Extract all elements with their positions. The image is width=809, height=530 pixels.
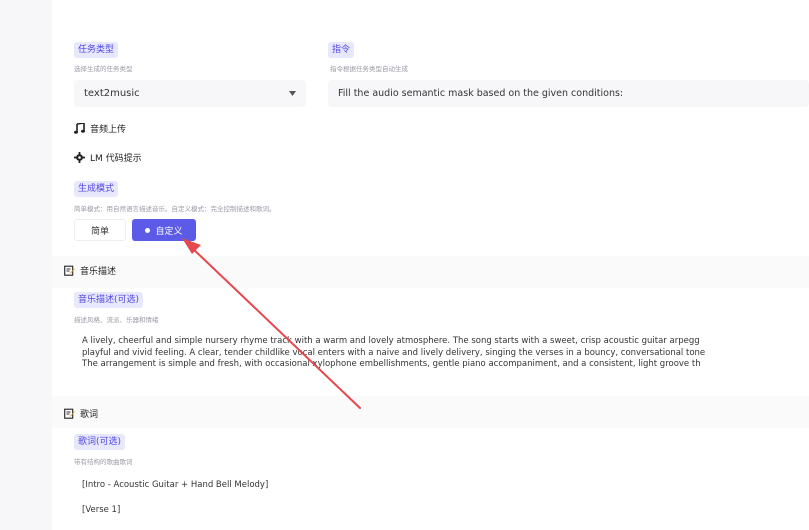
mode-custom-label: 自定义 bbox=[155, 226, 183, 237]
instruction-value: Fill the audio semantic mask based on th… bbox=[338, 88, 624, 99]
lyrics-line: [Verse 1] bbox=[82, 505, 121, 515]
music-desc-line: A lively, cheerful and simple nursery rh… bbox=[82, 336, 700, 346]
radio-selected-icon bbox=[145, 227, 151, 233]
section-divider bbox=[52, 256, 809, 288]
instruction-hint: 指令根据任务类型自动生成 bbox=[330, 65, 408, 73]
instruction-field[interactable]: Fill the audio semantic mask based on th… bbox=[328, 80, 809, 107]
lyrics-label: 歌词(可选) bbox=[74, 434, 126, 450]
lyrics-textarea[interactable]: [Intro - Acoustic Guitar + Hand Bell Mel… bbox=[74, 470, 809, 530]
gen-mode-radio-group: 简单 自定义 bbox=[74, 219, 196, 241]
music-desc-textarea[interactable]: A lively, cheerful and simple nursery rh… bbox=[74, 330, 809, 380]
task-type-select[interactable]: text2music bbox=[74, 80, 306, 107]
lyrics-hint: 带有结构的歌曲歌词 bbox=[74, 458, 133, 466]
section-divider bbox=[52, 396, 809, 428]
left-gutter bbox=[0, 0, 52, 530]
music-desc-hint: 描述风格、流派、乐器和情绪 bbox=[74, 316, 159, 324]
gen-mode-hint: 简单模式：用自然语言描述音乐。自定义模式：完全控制描述和歌词。 bbox=[74, 205, 276, 213]
music-note-icon bbox=[74, 123, 85, 134]
lyrics-line: [Intro - Acoustic Guitar + Hand Bell Mel… bbox=[82, 480, 269, 490]
mode-simple-option[interactable]: 简单 bbox=[74, 219, 126, 241]
lyrics-header[interactable]: 歌词 bbox=[64, 407, 98, 420]
audio-upload-header[interactable]: 音频上传 bbox=[74, 122, 126, 135]
task-type-label: 任务类型 bbox=[74, 42, 119, 58]
lm-hint-header[interactable]: LM 代码提示 bbox=[74, 151, 142, 164]
music-desc-line: The arrangement is simple and fresh, wit… bbox=[82, 359, 701, 369]
lm-hint-title: LM 代码提示 bbox=[90, 154, 142, 164]
lyrics-title: 歌词 bbox=[80, 410, 99, 420]
music-desc-title: 音乐描述 bbox=[80, 267, 117, 277]
edit-note-icon bbox=[64, 265, 75, 276]
instruction-label: 指令 bbox=[328, 42, 355, 58]
mode-custom-option[interactable]: 自定义 bbox=[132, 219, 196, 241]
dropdown-caret-icon bbox=[289, 91, 296, 96]
gen-mode-label: 生成模式 bbox=[74, 181, 119, 197]
music-desc-header[interactable]: 音乐描述 bbox=[64, 264, 116, 277]
audio-upload-title: 音频上传 bbox=[90, 125, 127, 135]
music-desc-label: 音乐描述(可选) bbox=[74, 292, 144, 308]
gear-icon bbox=[74, 152, 85, 163]
task-type-value: text2music bbox=[84, 88, 140, 99]
mode-simple-label: 简单 bbox=[90, 226, 109, 237]
edit-note-icon bbox=[64, 408, 75, 419]
task-type-hint: 选择生成的任务类型 bbox=[74, 65, 133, 73]
music-desc-line: playful and vivid feeling. A clear, tend… bbox=[82, 347, 706, 358]
